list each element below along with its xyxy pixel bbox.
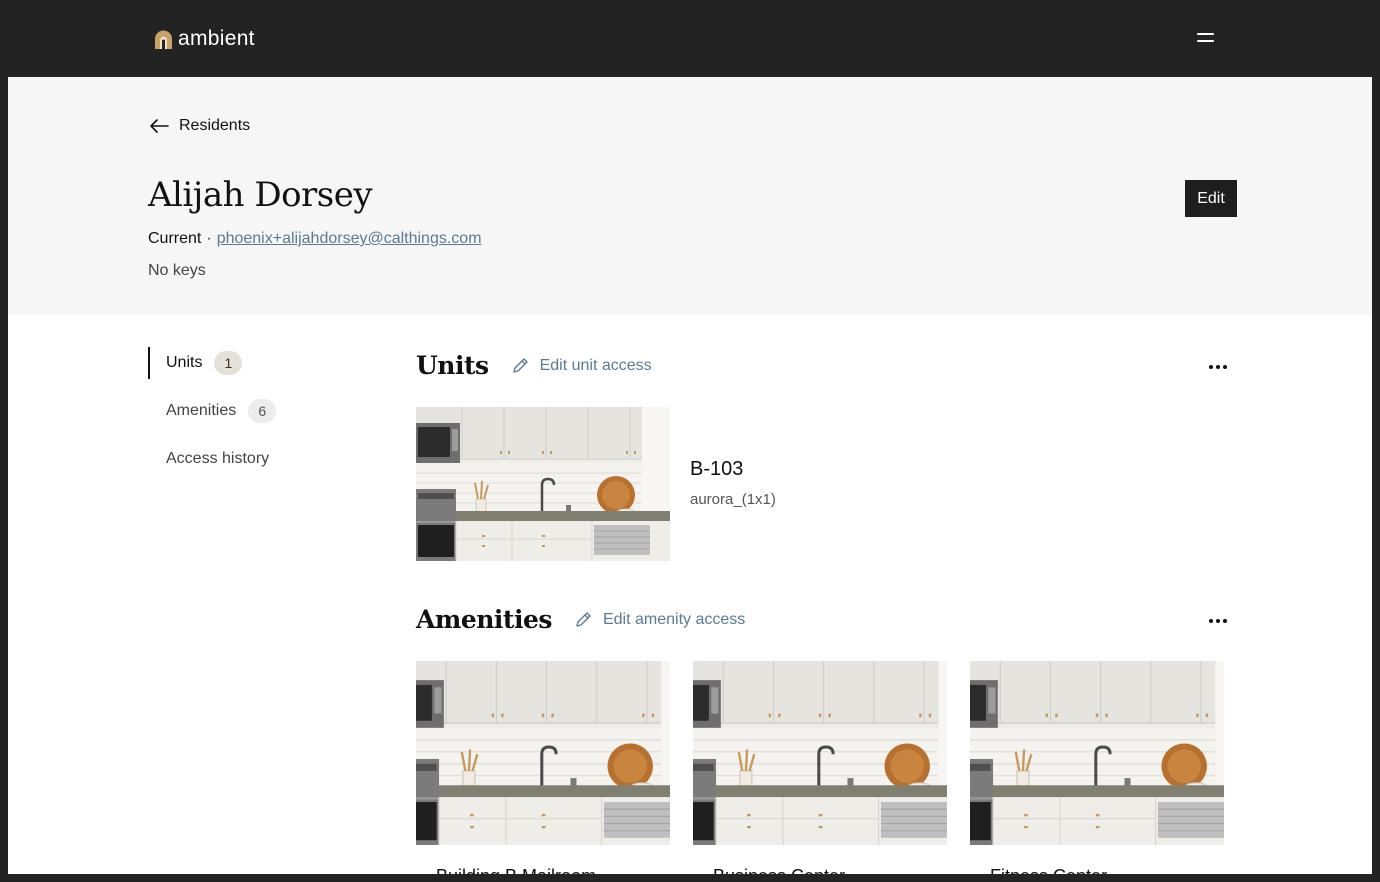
unit-name: B-103 bbox=[690, 458, 744, 480]
edit-resident-button[interactable]: Edit bbox=[1185, 180, 1237, 217]
amenity-photo bbox=[970, 661, 1224, 845]
arrow-left-icon bbox=[150, 119, 169, 133]
nav-item-amenities[interactable]: Amenities 6 bbox=[148, 395, 348, 427]
nav-item-label: Amenities bbox=[166, 402, 237, 419]
amenity-photo bbox=[693, 661, 947, 845]
resident-keys: No keys bbox=[148, 262, 206, 279]
unit-photo bbox=[416, 407, 670, 561]
hamburger-icon[interactable] bbox=[1192, 28, 1218, 48]
count-badge: 6 bbox=[248, 399, 277, 423]
section-nav: Units 1 Amenities 6 Access history bbox=[148, 347, 348, 491]
brand-logo[interactable]: ambient bbox=[154, 28, 255, 50]
amenities-more-options-icon[interactable] bbox=[1204, 611, 1232, 631]
nav-item-access-history[interactable]: Access history bbox=[148, 443, 348, 475]
ambient-logo-icon bbox=[155, 30, 172, 49]
pencil-icon bbox=[576, 612, 591, 627]
amenity-card[interactable]: Fitness Center bbox=[970, 661, 1224, 874]
count-badge: 1 bbox=[214, 351, 243, 375]
edit-unit-access-label: Edit unit access bbox=[539, 356, 652, 374]
main-content: Residents Alijah Dorsey Current · phoenix+… bbox=[8, 77, 1372, 874]
nav-item-units[interactable]: Units 1 bbox=[148, 347, 348, 379]
unit-floorplan: aurora_(1x1) bbox=[690, 491, 776, 508]
amenity-photo bbox=[416, 661, 670, 845]
units-section-header: Units Edit unit access bbox=[416, 351, 652, 380]
amenity-name: Building B Mailroom bbox=[436, 866, 596, 874]
units-more-options-icon[interactable] bbox=[1204, 357, 1232, 377]
amenity-name: Business Center bbox=[713, 866, 845, 874]
back-link-label: Residents bbox=[179, 117, 251, 134]
resident-email-link[interactable]: phoenix+alijahdorsey@calthings.com bbox=[217, 230, 482, 247]
back-to-residents-link[interactable]: Residents bbox=[149, 117, 250, 135]
edit-unit-access-link[interactable]: Edit unit access bbox=[511, 356, 652, 375]
nav-item-label: Units bbox=[166, 354, 203, 371]
resident-meta: Current · phoenix+alijahdorsey@calthings.c… bbox=[148, 230, 482, 248]
amenity-card[interactable]: Business Center bbox=[693, 661, 947, 874]
amenities-section-title: Amenities bbox=[416, 605, 552, 634]
resident-status: Current bbox=[148, 230, 202, 247]
brand-name: ambient bbox=[178, 27, 255, 50]
resident-header: Residents Alijah Dorsey Current · phoenix+… bbox=[8, 77, 1372, 315]
edit-amenity-access-link[interactable]: Edit amenity access bbox=[574, 610, 745, 629]
units-section-title: Units bbox=[416, 351, 489, 380]
amenity-name: Fitness Center bbox=[990, 866, 1107, 874]
unit-card[interactable]: B-103 aurora_(1x1) bbox=[416, 407, 1016, 561]
amenity-card[interactable]: Building B Mailroom bbox=[416, 661, 670, 874]
edit-amenity-access-label: Edit amenity access bbox=[602, 610, 746, 628]
top-bar: ambient bbox=[0, 0, 1380, 77]
separator-dot: · bbox=[206, 230, 212, 247]
nav-item-label: Access history bbox=[166, 450, 270, 467]
amenities-section-header: Amenities Edit amenity access bbox=[416, 605, 745, 634]
pencil-icon bbox=[512, 358, 528, 373]
page-title: Alijah Dorsey bbox=[148, 175, 373, 215]
